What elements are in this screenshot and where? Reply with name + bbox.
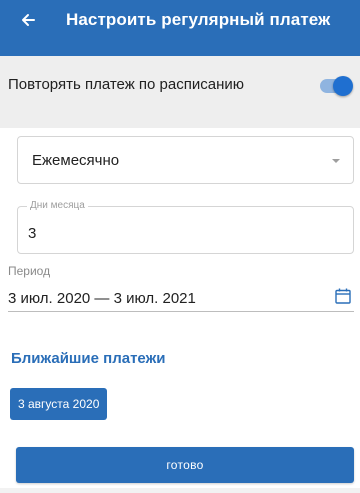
repeat-schedule-toggle[interactable] [316, 76, 353, 96]
repeat-schedule-label: Повторять платеж по расписанию [8, 76, 244, 93]
toggle-thumb [333, 76, 353, 96]
month-days-field[interactable]: Дни месяца 3 [17, 200, 354, 254]
frequency-select[interactable]: Ежемесячно [17, 136, 354, 184]
period-label: Период [8, 264, 51, 278]
bottom-divider [0, 488, 360, 493]
caret-down-icon [332, 159, 340, 163]
period-field[interactable]: 3 июл. 2020 — 3 июл. 2021 [8, 280, 354, 312]
month-days-label: Дни месяца [27, 200, 88, 211]
upcoming-payment-chip[interactable]: 3 августа 2020 [10, 388, 108, 420]
upcoming-payments-title: Ближайшие платежи [11, 350, 166, 367]
done-button[interactable]: готово [16, 447, 354, 483]
app-bar: Настроить регулярный платеж [0, 0, 360, 56]
calendar-icon[interactable] [334, 287, 352, 305]
period-value: 3 июл. 2020 — 3 июл. 2021 [8, 290, 196, 307]
back-arrow-icon[interactable] [14, 6, 42, 34]
repeat-schedule-row: Повторять платеж по расписанию [0, 56, 360, 128]
frequency-selected-value: Ежемесячно [32, 152, 120, 169]
page-title: Настроить регулярный платеж [66, 10, 331, 29]
month-days-value: 3 [28, 225, 37, 242]
